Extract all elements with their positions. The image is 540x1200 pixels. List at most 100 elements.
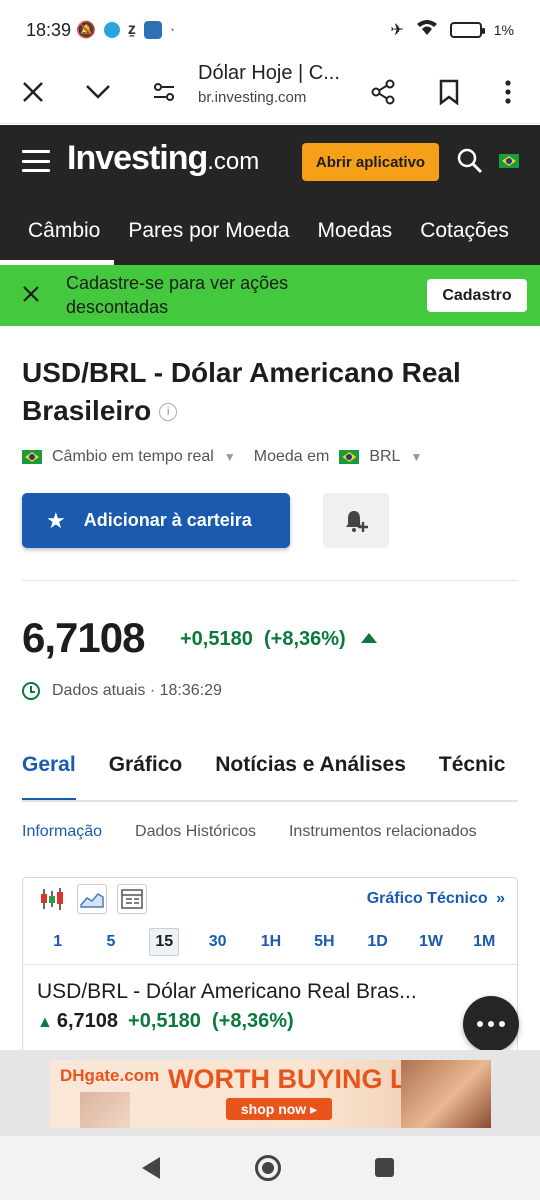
- period-1h[interactable]: 1H: [256, 928, 286, 956]
- browser-page-title: Dólar Hoje | C...: [198, 62, 340, 84]
- browser-toolbar: Dólar Hoje | C... br.investing.com: [0, 60, 540, 124]
- bookmark-icon[interactable]: [429, 72, 469, 112]
- nav-cotacoes[interactable]: Cotações: [406, 215, 523, 265]
- change-value: +0,5180: [180, 628, 253, 650]
- ad-model-image: [401, 1060, 491, 1128]
- dot-icon: [488, 1021, 494, 1027]
- chart-change: +0,5180 (+8,36%): [128, 1010, 294, 1032]
- divider: [22, 580, 518, 581]
- chart-change-value: +0,5180: [128, 1010, 201, 1032]
- back-icon[interactable]: [142, 1157, 160, 1179]
- chevron-down-icon[interactable]: [78, 72, 118, 112]
- chart-change-percent: (+8,36%): [212, 1010, 294, 1032]
- battery-icon: [449, 21, 485, 38]
- search-icon[interactable]: [456, 147, 484, 175]
- status-bar: 18:39 🔕 ẕ · ✈ 1%: [0, 0, 540, 60]
- period-5[interactable]: 5: [96, 928, 126, 956]
- status-time: 18:39: [26, 20, 72, 40]
- brazil-flag-icon: [339, 450, 360, 464]
- more-vert-icon[interactable]: [488, 72, 528, 112]
- dot-icon: [477, 1021, 483, 1027]
- subtab-informacao[interactable]: Informação: [22, 823, 102, 841]
- info-icon[interactable]: i: [159, 403, 178, 421]
- table-view-icon[interactable]: [117, 884, 147, 914]
- more-options-button[interactable]: [463, 996, 519, 1052]
- tab-grafico[interactable]: Gráfico: [109, 750, 183, 802]
- create-alert-button[interactable]: [323, 493, 389, 548]
- more-dot-icon: ·: [169, 21, 176, 38]
- period-1d[interactable]: 1D: [363, 928, 393, 956]
- browser-url: br.investing.com: [198, 89, 307, 106]
- signup-banner: Cadastre-se para ver ações descontadas C…: [0, 265, 540, 326]
- caret-down-icon[interactable]: ▼: [410, 450, 422, 464]
- data-timestamp: Dados atuais · 18:36:29: [22, 682, 222, 700]
- app-icon: [143, 21, 162, 39]
- tabs-underline: [22, 800, 518, 802]
- area-chart-icon[interactable]: [77, 884, 107, 914]
- instrument-meta: Câmbio em tempo real ▼ Moeda em BRL ▼: [22, 448, 422, 466]
- price-change: +0,5180 (+8,36%): [180, 628, 378, 651]
- app-z-icon: ẕ: [127, 21, 136, 38]
- change-percent: (+8,36%): [263, 628, 346, 650]
- period-1[interactable]: 1: [43, 928, 73, 956]
- add-to-portfolio-label: Adicionar à carteira: [83, 510, 252, 530]
- home-icon[interactable]: [255, 1155, 281, 1181]
- site-settings-icon[interactable]: [144, 72, 184, 112]
- chart-widget: Gráfico Técnico » 1 5 15 30 1H 5H 1D 1W …: [22, 877, 518, 1067]
- bell-muted-icon: 🔕: [76, 22, 96, 39]
- tab-geral[interactable]: Geral: [22, 750, 76, 802]
- up-arrow-icon: [361, 633, 378, 643]
- currency-label: Moeda em: [253, 448, 330, 465]
- chart-type-icons: [37, 884, 147, 914]
- category-nav: Câmbio Pares por Moeda Moedas Cotações: [0, 215, 540, 265]
- share-icon[interactable]: [363, 72, 403, 112]
- nav-pares-por-moeda[interactable]: Pares por Moeda: [114, 215, 303, 265]
- telegram-icon: [103, 22, 120, 38]
- period-30[interactable]: 30: [203, 928, 233, 956]
- clock-icon: [22, 682, 40, 700]
- page-title-box[interactable]: Dólar Hoje | C... br.investing.com: [198, 62, 358, 106]
- ad-banner: DHgate.com WORTH BUYING LIST shop now ▸: [0, 1050, 540, 1136]
- menu-icon[interactable]: [22, 150, 50, 172]
- subtab-dados-historicos[interactable]: Dados Históricos: [135, 823, 256, 841]
- exchange-label[interactable]: Câmbio em tempo real: [52, 448, 214, 466]
- banner-close-icon[interactable]: [22, 283, 40, 309]
- signup-button[interactable]: Cadastro: [427, 279, 527, 312]
- system-icons: ✈ 1%: [390, 18, 514, 41]
- caret-down-icon[interactable]: ▼: [224, 450, 236, 464]
- timestamp-text: Dados atuais · 18:36:29: [52, 682, 222, 699]
- chart-price-row: ▲ 6,7108 +0,5180 (+8,36%): [37, 1010, 294, 1033]
- candlestick-icon[interactable]: [37, 884, 67, 914]
- brazil-flag-icon[interactable]: [499, 154, 519, 168]
- ad-shop-button[interactable]: shop now ▸: [226, 1098, 332, 1120]
- chevron-right-icon: »: [496, 890, 505, 907]
- tab-noticias[interactable]: Notícias e Análises: [215, 750, 406, 802]
- logo-main: Investing: [67, 139, 208, 177]
- ad-product-image: [80, 1092, 130, 1128]
- period-15[interactable]: 15: [149, 928, 180, 956]
- airplane-icon: ✈: [390, 21, 404, 39]
- star-icon: ★: [46, 507, 66, 533]
- currency-value[interactable]: BRL: [369, 448, 400, 466]
- add-to-portfolio-button[interactable]: ★ Adicionar à carteira: [22, 493, 290, 548]
- instrument-title: USD/BRL - Dólar Americano Real Brasileir…: [22, 354, 502, 430]
- subtab-instrumentos[interactable]: Instrumentos relacionados: [289, 823, 477, 841]
- period-1m[interactable]: 1M: [469, 928, 499, 956]
- investing-logo[interactable]: Investing.com: [67, 139, 259, 178]
- close-icon[interactable]: [13, 72, 53, 112]
- technical-chart-link[interactable]: Gráfico Técnico »: [367, 890, 505, 908]
- nav-moedas[interactable]: Moedas: [303, 215, 406, 265]
- tab-tecnica[interactable]: Técnic: [439, 750, 506, 802]
- ad-creative[interactable]: DHgate.com WORTH BUYING LIST shop now ▸: [50, 1060, 491, 1128]
- recents-icon[interactable]: [375, 1158, 394, 1177]
- period-1w[interactable]: 1W: [416, 928, 446, 956]
- technical-chart-label: Gráfico Técnico: [366, 890, 488, 907]
- open-app-button[interactable]: Abrir aplicativo: [302, 143, 439, 181]
- nav-cambio[interactable]: Câmbio: [0, 215, 115, 265]
- instrument-tabs: Geral Gráfico Notícias e Análises Técnic: [22, 750, 540, 802]
- wifi-icon: [416, 18, 438, 41]
- notification-icons: 🔕 ẕ ·: [76, 20, 175, 40]
- chart-instrument-name: USD/BRL - Dólar Americano Real Bras...: [37, 980, 417, 1003]
- period-5h[interactable]: 5H: [309, 928, 339, 956]
- site-header: Investing.com Abrir aplicativo Câmbio Pa…: [0, 125, 540, 265]
